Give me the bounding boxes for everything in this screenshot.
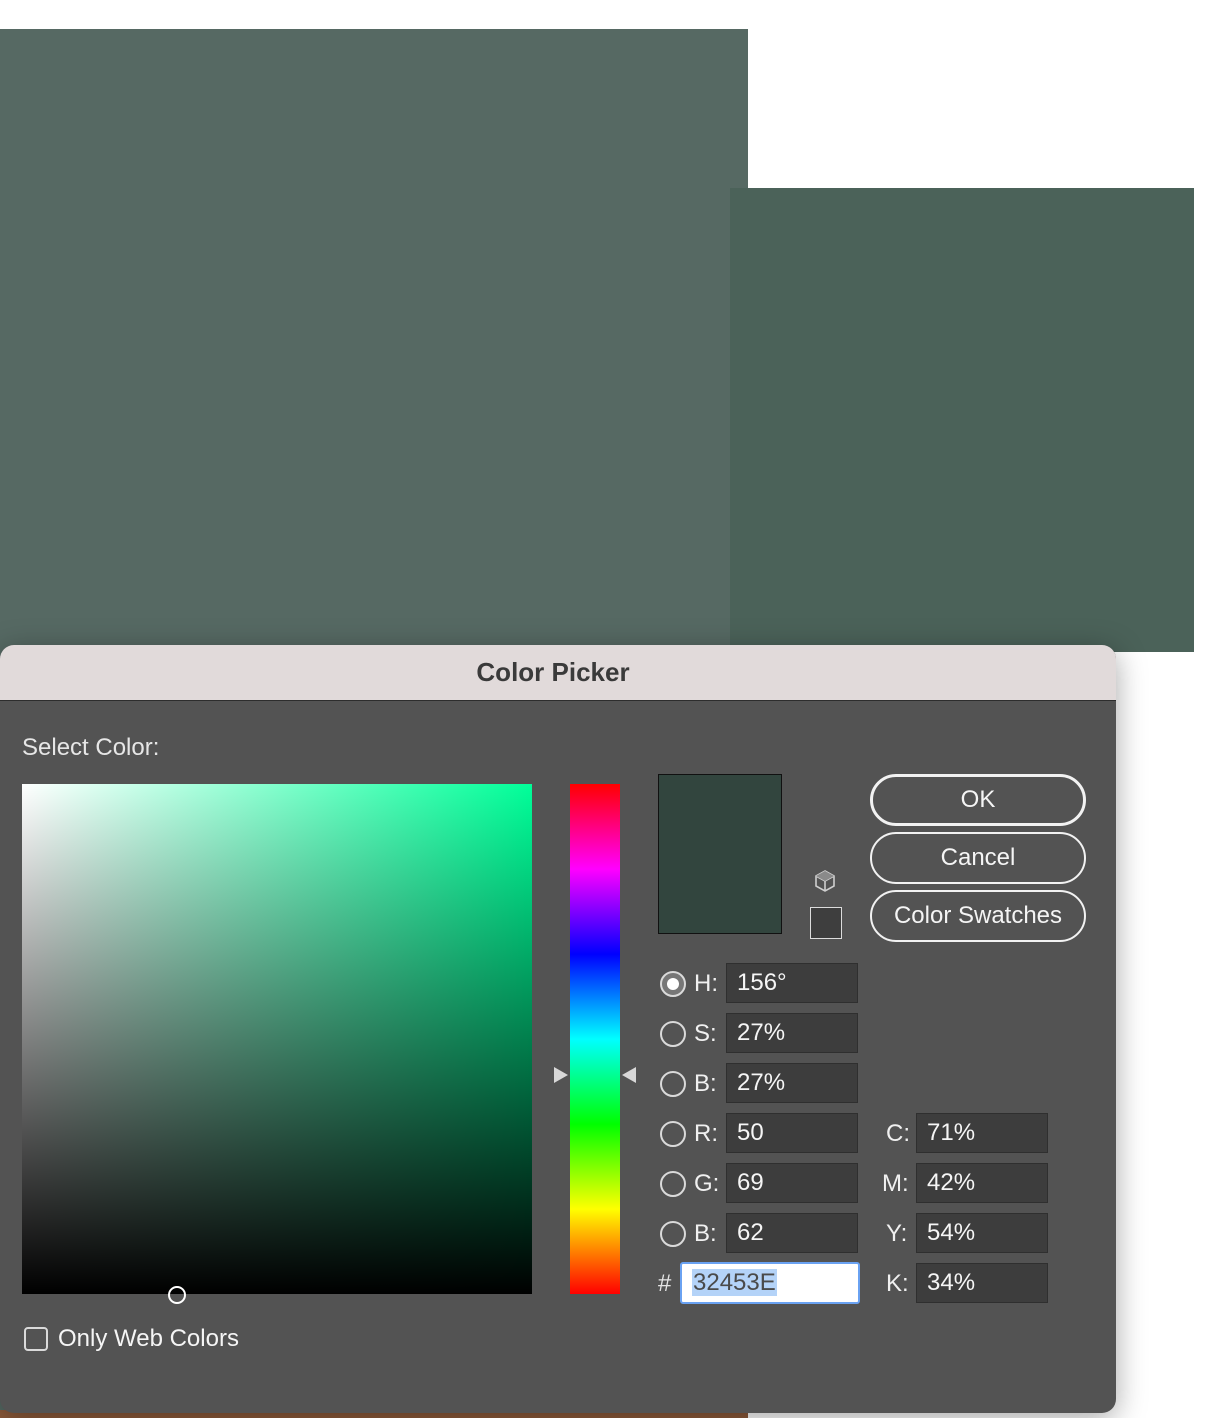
cyan-label: C:	[886, 1120, 910, 1147]
hue-slider-handle-left[interactable]	[554, 1067, 568, 1083]
saturation-brightness-field[interactable]	[22, 784, 532, 1304]
brightness-label: B:	[694, 1070, 717, 1097]
red-radio[interactable]	[660, 1121, 686, 1147]
only-web-colors-label[interactable]: Only Web Colors	[58, 1325, 239, 1353]
saturation-label: S:	[694, 1020, 717, 1047]
hex-input[interactable]: 32453E	[680, 1262, 860, 1304]
red-input[interactable]: 50	[726, 1113, 858, 1153]
green-label: G:	[694, 1170, 720, 1197]
color-cursor[interactable]	[168, 1286, 186, 1304]
hex-value: 32453E	[692, 1269, 777, 1296]
blue-input[interactable]: 62	[726, 1213, 858, 1253]
canvas-swatch-right	[730, 188, 1194, 652]
green-input[interactable]: 69	[726, 1163, 858, 1203]
hue-label: H:	[694, 970, 718, 997]
magenta-label: M:	[882, 1170, 909, 1197]
color-picker-dialog: Color Picker Select Color: OK Cancel Col…	[0, 645, 1116, 1413]
ok-button[interactable]: OK	[870, 774, 1086, 826]
dialog-titlebar[interactable]: Color Picker	[0, 645, 1116, 701]
blue-radio[interactable]	[660, 1221, 686, 1247]
cancel-button[interactable]: Cancel	[870, 832, 1086, 884]
web-safe-swatch[interactable]	[810, 907, 842, 939]
yellow-input[interactable]: 54%	[916, 1213, 1048, 1253]
brightness-input[interactable]: 27%	[726, 1063, 858, 1103]
color-swatches-button[interactable]: Color Swatches	[870, 890, 1086, 942]
saturation-radio[interactable]	[660, 1021, 686, 1047]
hue-slider-handle-right[interactable]	[622, 1067, 636, 1083]
brightness-radio[interactable]	[660, 1071, 686, 1097]
select-color-label: Select Color:	[22, 734, 160, 761]
dialog-title: Color Picker	[476, 657, 630, 687]
hue-radio[interactable]	[660, 971, 686, 997]
black-label: K:	[886, 1270, 909, 1297]
green-radio[interactable]	[660, 1171, 686, 1197]
hue-slider[interactable]	[570, 784, 620, 1294]
red-label: R:	[694, 1120, 718, 1147]
only-web-colors-checkbox[interactable]	[24, 1327, 48, 1351]
saturation-input[interactable]: 27%	[726, 1013, 858, 1053]
magenta-input[interactable]: 42%	[916, 1163, 1048, 1203]
cube-icon[interactable]	[813, 869, 837, 893]
current-color-preview	[658, 774, 782, 934]
blue-label: B:	[694, 1220, 717, 1247]
black-input[interactable]: 34%	[916, 1263, 1048, 1303]
hue-input[interactable]: 156°	[726, 963, 858, 1003]
yellow-label: Y:	[886, 1220, 908, 1247]
hex-prefix: #	[658, 1270, 672, 1297]
cyan-input[interactable]: 71%	[916, 1113, 1048, 1153]
